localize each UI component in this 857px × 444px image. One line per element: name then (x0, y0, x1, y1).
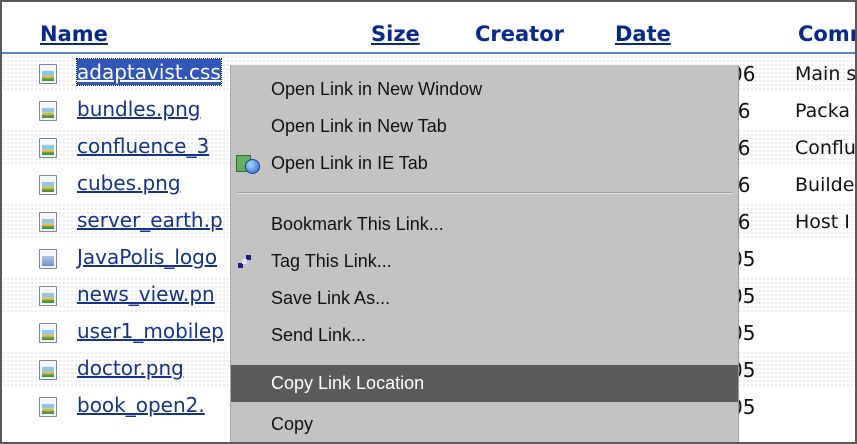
menu-item-tag-link[interactable]: Tag This Link... (231, 243, 738, 280)
image-file-icon (39, 212, 57, 232)
menu-item-open-link-new-tab[interactable]: Open Link in New Tab (231, 108, 738, 145)
header-divider (2, 52, 855, 54)
menu-item-label: Open Link in New Tab (271, 116, 447, 136)
comment-cell: Main s (795, 63, 857, 85)
file-link[interactable]: JavaPolis_logo (77, 244, 217, 270)
file-link[interactable]: user1_mobilep (77, 318, 224, 344)
file-link[interactable]: cubes.png (77, 170, 181, 196)
column-header-size[interactable]: Size (371, 22, 420, 46)
menu-item-label: Bookmark This Link... (271, 214, 444, 234)
comment-cell: Packa (795, 100, 851, 122)
menu-separator (237, 192, 732, 194)
image-file-icon (39, 175, 57, 195)
comment-cell: Builde (795, 174, 855, 196)
image-file-icon (39, 64, 57, 84)
image-file-icon (39, 138, 57, 158)
gif-file-icon (39, 249, 57, 269)
tag-icon (238, 255, 252, 269)
image-file-icon (39, 101, 57, 121)
file-link[interactable]: bundles.png (77, 96, 200, 122)
menu-item-label: Open Link in IE Tab (271, 153, 428, 173)
file-link[interactable]: adaptavist.css (76, 58, 222, 86)
menu-item-label: Send Link... (271, 325, 367, 345)
comment-cell: Host I (795, 211, 850, 233)
menu-item-bookmark-link[interactable]: Bookmark This Link... (231, 206, 738, 243)
image-file-icon (39, 286, 57, 306)
menu-item-open-link-ie-tab[interactable]: Open Link in IE Tab (231, 145, 738, 182)
menu-item-label: Tag This Link... (271, 251, 392, 271)
image-file-icon (39, 397, 57, 417)
column-header-date[interactable]: Date (615, 22, 671, 46)
menu-item-label: Save Link As... (271, 288, 391, 308)
column-headers: Name Size Creator Date Comm (2, 2, 855, 52)
menu-item-copy[interactable]: Copy (231, 406, 738, 442)
ie-tab-icon (236, 153, 260, 175)
menu-item-open-link-new-window[interactable]: Open Link in New Window (231, 71, 738, 108)
menu-item-label: Copy Link Location (271, 373, 425, 393)
context-menu: Open Link in New Window Open Link in New… (230, 65, 739, 442)
menu-item-label: Open Link in New Window (271, 79, 483, 99)
image-file-icon (39, 323, 57, 343)
file-list-window: Name Size Creator Date Comm adaptavist.c… (0, 0, 857, 444)
file-link[interactable]: book_open2. (77, 392, 205, 418)
menu-item-send-link[interactable]: Send Link... (231, 317, 738, 354)
column-header-creator[interactable]: Creator (475, 22, 564, 46)
menu-item-copy-link-location[interactable]: Copy Link Location (231, 365, 738, 402)
menu-item-label: Copy (271, 414, 314, 434)
image-file-icon (39, 360, 57, 380)
comment-cell: Conflu (795, 137, 856, 159)
column-header-name[interactable]: Name (40, 22, 108, 46)
column-header-comment[interactable]: Comm (798, 22, 855, 46)
file-link[interactable]: confluence_3 (77, 133, 209, 159)
file-link[interactable]: news_view.pn (77, 281, 215, 307)
file-link[interactable]: server_earth.p (77, 207, 223, 233)
file-link[interactable]: doctor.png (77, 355, 184, 381)
menu-item-save-link-as[interactable]: Save Link As... (231, 280, 738, 317)
